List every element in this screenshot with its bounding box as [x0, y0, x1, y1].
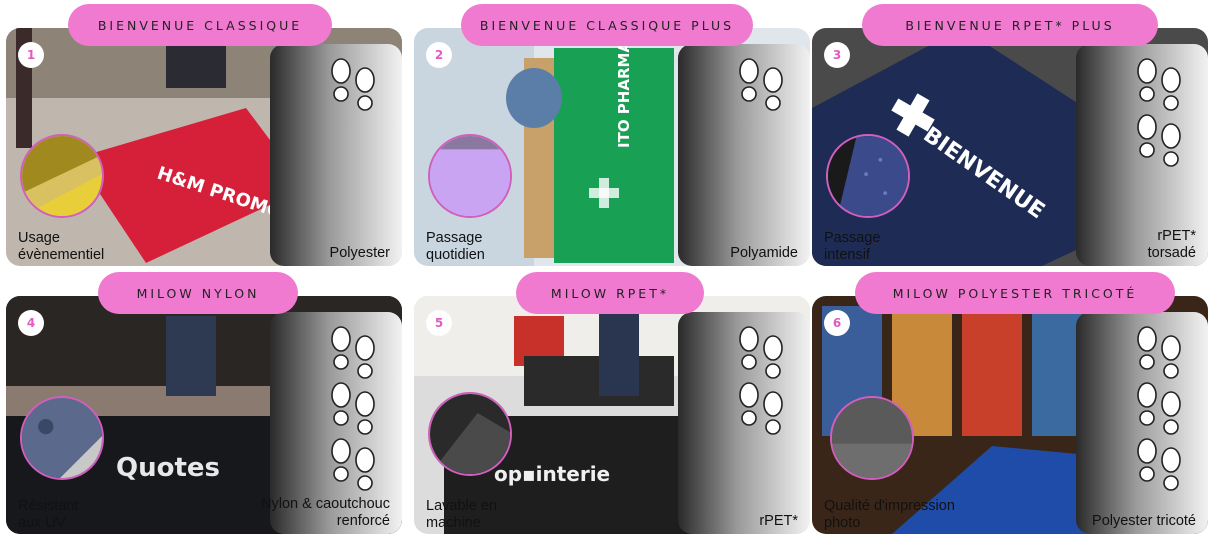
footprints-icon-group-2 [732, 58, 790, 114]
product-card-1[interactable]: H&M PROMOTIONS JUSQU'À -50% 1 Usage évèn… [6, 28, 402, 266]
footprints-icon [1130, 382, 1188, 438]
material-label-4: Nylon & caoutchouc renforcé [261, 496, 390, 529]
footprints-icon [1130, 114, 1188, 170]
footprints-icon [324, 58, 382, 114]
texture-swatch-1 [20, 134, 104, 218]
footprints-icon [732, 326, 790, 382]
footprints-icon [1130, 438, 1188, 494]
material-label-5: rPET* [759, 513, 798, 529]
material-label-1: Polyester [329, 245, 390, 261]
product-card-3[interactable]: BIENVENUE 3 Passage intensif rPET* torsa… [812, 28, 1208, 266]
material-label-3: rPET* torsadé [1147, 228, 1196, 261]
usage-label-2: Passage quotidien [426, 230, 485, 263]
card-title-6: MILOW POLYESTER TRICOTÉ [855, 272, 1175, 314]
texture-swatch-5 [428, 392, 512, 476]
usage-label-5: Lavable en machine [426, 498, 497, 531]
material-label-6: Polyester tricoté [1092, 513, 1196, 529]
footprints-icon-group-4 [324, 326, 382, 494]
mat-print-text-2: ITO PHARMACIE [615, 28, 633, 148]
card-number-6: 6 [824, 310, 850, 336]
footprints-icon [1130, 58, 1188, 114]
card-number-1: 1 [18, 42, 44, 68]
card-number-3: 3 [824, 42, 850, 68]
footprints-icon-group-1 [324, 58, 382, 114]
footprints-icon-group-5 [732, 326, 790, 438]
footprints-icon [732, 58, 790, 114]
card-title-1: BIENVENUE CLASSIQUE [68, 4, 332, 46]
card-title-4: MILOW NYLON [98, 272, 298, 314]
product-card-5[interactable]: op▪interie 5 Lavable en machine rPET* [414, 296, 810, 534]
footprints-icon-group-6 [1130, 326, 1188, 494]
texture-swatch-4 [20, 396, 104, 480]
texture-swatch-6 [830, 396, 914, 480]
footprints-icon-group-3 [1130, 58, 1188, 170]
mat-print-text-4: Quotes [116, 453, 220, 483]
texture-swatch-3 [826, 134, 910, 218]
footprints-icon [324, 326, 382, 382]
card-number-2: 2 [426, 42, 452, 68]
material-label-2: Polyamide [730, 245, 798, 261]
footprints-icon [324, 382, 382, 438]
card-title-2: BIENVENUE CLASSIQUE PLUS [461, 4, 753, 46]
product-card-6[interactable]: 6 Qualité d'impression photo Polyester t… [812, 296, 1208, 534]
card-title-3: BIENVENUE RPET* PLUS [862, 4, 1158, 46]
footprints-icon [732, 382, 790, 438]
usage-label-4: Résistant aux UV [18, 498, 79, 531]
mat-print-text-5: op▪interie [494, 462, 610, 486]
footprints-icon [324, 438, 382, 494]
footprints-icon [1130, 326, 1188, 382]
product-card-4[interactable]: Quotes 4 Résistant aux UV Nylon & caoutc… [6, 296, 402, 534]
product-card-2[interactable]: ITO PHARMACIE 2 Passage quotidien Polyam… [414, 28, 810, 266]
card-number-5: 5 [426, 310, 452, 336]
card-title-5: MILOW RPET* [516, 272, 704, 314]
usage-label-1: Usage évènementiel [18, 230, 105, 263]
usage-label-3: Passage intensif [824, 230, 881, 263]
texture-swatch-2 [428, 134, 512, 218]
usage-label-6: Qualité d'impression photo [824, 498, 955, 531]
card-number-4: 4 [18, 310, 44, 336]
